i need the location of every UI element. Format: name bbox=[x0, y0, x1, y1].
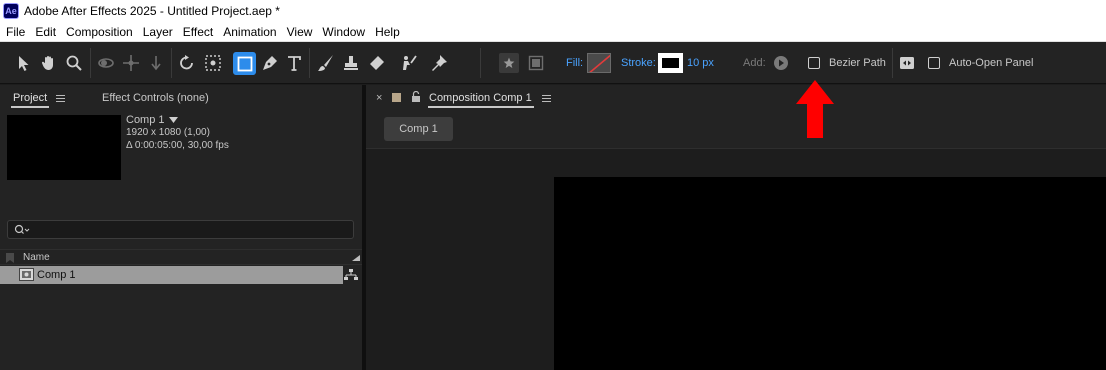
menu-file[interactable]: File bbox=[0, 22, 30, 42]
auto-open-panel-checkbox[interactable] bbox=[928, 57, 940, 69]
toolbar-divider bbox=[892, 48, 893, 78]
item-name: Comp 1 bbox=[37, 269, 76, 281]
composition-canvas[interactable] bbox=[554, 177, 1106, 370]
menu-view[interactable]: View bbox=[282, 22, 318, 42]
project-panel-menu-icon[interactable] bbox=[56, 95, 65, 102]
lock-icon[interactable] bbox=[411, 91, 421, 102]
auto-open-panel-label: Auto-Open Panel bbox=[949, 57, 1034, 69]
composition-panel: × Composition Comp 1 Comp 1 bbox=[366, 85, 1106, 370]
selected-item-name: Comp 1 bbox=[126, 114, 178, 126]
close-icon[interactable]: × bbox=[376, 92, 382, 104]
composition-panel-menu-icon[interactable] bbox=[542, 95, 551, 102]
star-shape-icon[interactable] bbox=[499, 53, 519, 73]
toolbar-divider bbox=[309, 48, 310, 78]
stroke-width-value[interactable]: 10 px bbox=[687, 56, 714, 70]
brush-tool-icon[interactable] bbox=[316, 53, 336, 73]
annotation-arrow-icon bbox=[796, 80, 834, 138]
project-column-header: Name bbox=[0, 249, 362, 265]
fill-swatch[interactable] bbox=[587, 53, 611, 73]
app-logo: Ae bbox=[3, 3, 19, 19]
active-tab-indicator bbox=[11, 106, 49, 108]
sort-ascending-icon[interactable] bbox=[352, 255, 360, 261]
align-panel-icon[interactable] bbox=[897, 53, 917, 73]
clone-stamp-tool-icon[interactable] bbox=[341, 53, 361, 73]
menu-layer[interactable]: Layer bbox=[138, 22, 178, 42]
label-column-icon[interactable] bbox=[6, 253, 14, 263]
fill-label: Fill: bbox=[566, 57, 584, 69]
table-row[interactable]: Comp 1 bbox=[0, 266, 343, 284]
menu-help[interactable]: Help bbox=[370, 22, 405, 42]
pan-camera-tool-icon[interactable] bbox=[121, 53, 141, 73]
toolbar-divider bbox=[90, 48, 91, 78]
selection-tool-icon[interactable] bbox=[14, 53, 34, 73]
eraser-tool-icon[interactable] bbox=[367, 53, 387, 73]
bezier-path-checkbox[interactable] bbox=[808, 57, 820, 69]
add-label: Add: bbox=[743, 57, 766, 69]
label-color-swatch[interactable] bbox=[392, 93, 401, 102]
rotation-tool-icon[interactable] bbox=[177, 53, 197, 73]
menu-effect[interactable]: Effect bbox=[178, 22, 218, 42]
pan-behind-tool-icon[interactable] bbox=[203, 53, 223, 73]
tab-project[interactable]: Project bbox=[13, 92, 47, 104]
comp-navigator-button[interactable]: Comp 1 bbox=[384, 117, 453, 141]
zoom-tool-icon[interactable] bbox=[64, 53, 84, 73]
toolbar-divider bbox=[480, 48, 481, 78]
active-tab-indicator bbox=[428, 106, 534, 108]
title-bar: Ae Adobe After Effects 2025 - Untitled P… bbox=[0, 0, 1106, 22]
dolly-camera-tool-icon[interactable] bbox=[146, 53, 166, 73]
search-icon bbox=[14, 224, 30, 234]
rectangle-tool-icon[interactable] bbox=[233, 52, 256, 75]
mask-tool-icon[interactable] bbox=[526, 53, 546, 73]
tab-composition[interactable]: Composition Comp 1 bbox=[429, 92, 532, 104]
selected-item-resolution: 1920 x 1080 (1,00) bbox=[126, 127, 210, 138]
toolbar-divider bbox=[171, 48, 172, 78]
composition-icon bbox=[19, 268, 34, 281]
menu-window[interactable]: Window bbox=[317, 22, 370, 42]
type-tool-icon[interactable] bbox=[285, 53, 305, 73]
project-search-input[interactable] bbox=[7, 220, 354, 239]
puppet-pin-tool-icon[interactable] bbox=[429, 53, 449, 73]
menu-edit[interactable]: Edit bbox=[30, 22, 61, 42]
stroke-label: Stroke: bbox=[621, 57, 656, 69]
tab-effect-controls[interactable]: Effect Controls (none) bbox=[102, 92, 209, 104]
selected-item-duration: Δ 0:00:05:00, 30,00 fps bbox=[126, 140, 229, 151]
pen-tool-icon[interactable] bbox=[260, 53, 280, 73]
roto-brush-tool-icon[interactable] bbox=[399, 53, 419, 73]
add-play-icon[interactable] bbox=[774, 56, 788, 70]
composition-viewer[interactable] bbox=[366, 148, 1106, 370]
project-panel: Project Effect Controls (none) Comp 1 19… bbox=[0, 85, 362, 370]
window-title: Adobe After Effects 2025 - Untitled Proj… bbox=[24, 4, 280, 18]
column-name[interactable]: Name bbox=[23, 252, 50, 263]
bezier-path-label: Bezier Path bbox=[829, 57, 886, 69]
hand-tool-icon[interactable] bbox=[39, 53, 59, 73]
menu-composition[interactable]: Composition bbox=[61, 22, 138, 42]
menu-bar: File Edit Composition Layer Effect Anima… bbox=[0, 22, 1106, 42]
flowchart-icon[interactable] bbox=[344, 269, 358, 281]
menu-animation[interactable]: Animation bbox=[218, 22, 281, 42]
comp-thumbnail bbox=[7, 115, 121, 180]
chevron-down-icon[interactable] bbox=[168, 117, 178, 123]
orbit-camera-tool-icon[interactable] bbox=[96, 53, 116, 73]
tools-toolbar: Fill: Stroke: 10 px Add: Bezier Path Aut… bbox=[0, 42, 1106, 84]
stroke-swatch[interactable] bbox=[658, 53, 683, 73]
